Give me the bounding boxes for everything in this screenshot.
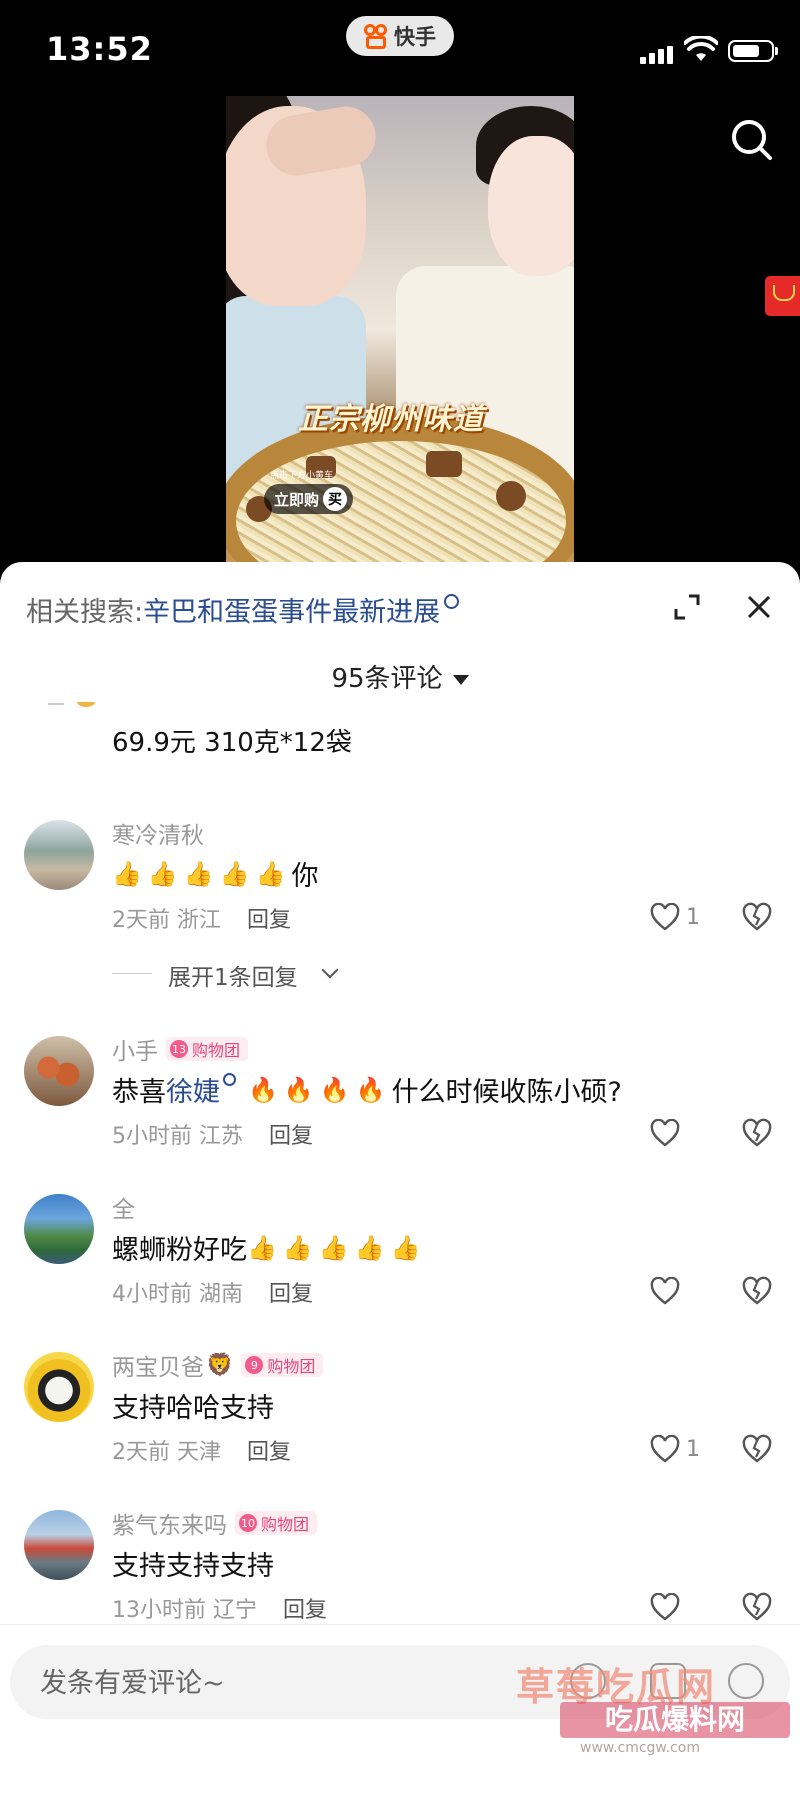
buy-now-label: 立即购 (274, 490, 320, 509)
app-name: 快手 (394, 25, 436, 49)
thumbs-up-emoji-icon: 👍 (183, 859, 214, 888)
comment-meta: 2天前 浙江 回复 (112, 908, 292, 933)
like-button[interactable]: 1 (650, 902, 700, 932)
broken-heart-icon[interactable] (742, 1434, 772, 1464)
like-count: 1 (686, 1436, 700, 1462)
shopping-group-badge: 9 购物团 (241, 1353, 324, 1377)
video-caption: 正宗柳州味道 (298, 402, 484, 437)
lion-emoji-icon: 🦁 (206, 1352, 234, 1378)
comment-meta: 5小时前 江苏 回复 (112, 1124, 314, 1149)
fire-emoji-icon: 🔥 (355, 1075, 386, 1104)
small-search-icon (444, 594, 460, 609)
avatar[interactable] (24, 1194, 94, 1264)
reply-button[interactable]: 回复 (269, 1124, 313, 1149)
thumbs-up-emoji-icon: 👍 (318, 1233, 349, 1262)
wifi-icon (684, 36, 718, 61)
thumbs-up-emoji-icon: 👍 (282, 1233, 313, 1262)
cellular-signal-icon (640, 46, 676, 64)
avatar[interactable] (24, 1352, 94, 1422)
comment-meta: 2天前 天津 回复 (112, 1440, 292, 1465)
comment-item: 小手 13 购物团 恭喜 徐婕 🔥 🔥 🔥 🔥 什么时候收陈小硕? 5小时前 江苏 回复 (0, 1036, 800, 1186)
broken-heart-icon[interactable] (742, 1592, 772, 1622)
status-time: 13:52 (46, 30, 153, 68)
buy-now-button[interactable]: 立即购 买 (264, 484, 354, 514)
shopping-group-badge: 13 购物团 (166, 1037, 249, 1061)
reply-button[interactable]: 回复 (283, 1598, 327, 1623)
heart-icon (650, 1593, 680, 1621)
comment-meta: 4小时前 湖南 回复 (112, 1282, 314, 1307)
fire-emoji-icon: 🔥 (283, 1075, 314, 1104)
clipped-previous-comment (48, 702, 95, 707)
comment-meta: 13小时前 辽宁 回复 (112, 1598, 328, 1623)
username[interactable]: 全 (112, 1190, 135, 1224)
fire-emoji-icon: 🔥 (248, 1075, 278, 1104)
reply-button[interactable]: 回复 (247, 1440, 291, 1465)
buy-now-badge: 买 (323, 487, 348, 511)
like-button[interactable] (650, 1592, 686, 1622)
battery-icon (728, 40, 778, 62)
broken-heart-icon[interactable] (742, 1276, 772, 1306)
expand-icon[interactable] (672, 592, 702, 622)
shopping-group-badge: 10 购物团 (235, 1511, 318, 1535)
avatar[interactable] (24, 1510, 94, 1580)
avatar[interactable] (24, 1036, 94, 1106)
video-player[interactable]: 正宗柳州味道 点击下方小黄车 立即购 买 (226, 96, 574, 564)
status-bar: 13:52 快手 (0, 0, 800, 96)
reply-button[interactable]: 回复 (269, 1282, 313, 1307)
like-count: 1 (686, 904, 700, 930)
like-button[interactable]: 1 (650, 1434, 700, 1464)
previous-comment-text: 69.9元 310克*12袋 (112, 728, 352, 758)
watermark-url: www.cmcgw.com (580, 1740, 700, 1756)
thumbs-up-emoji-icon: 👍 (354, 1233, 385, 1262)
username[interactable]: 寒冷清秋 (112, 816, 204, 850)
heart-icon (650, 1435, 680, 1463)
comment-text: 螺蛳粉好吃 👍 👍 👍 👍 👍 (112, 1233, 421, 1267)
like-button[interactable] (650, 1118, 686, 1148)
broken-heart-icon[interactable] (742, 1118, 772, 1148)
comment-item: 寒冷清秋 👍 👍 👍 👍 👍 你 2天前 浙江 回复 1 (0, 820, 800, 970)
comment-item: 全 螺蛳粉好吃 👍 👍 👍 👍 👍 4小时前 湖南 回复 (0, 1194, 800, 1344)
comment-input[interactable] (38, 1645, 522, 1721)
username[interactable]: 紫气东来吗 (112, 1506, 227, 1540)
like-button[interactable] (650, 1276, 686, 1306)
username[interactable]: 小手 (112, 1032, 158, 1066)
related-search[interactable]: 相关搜索:辛巴和蛋蛋事件最新进展 (26, 590, 460, 629)
thumbs-up-emoji-icon: 👍 (219, 859, 250, 888)
small-search-icon (223, 1073, 236, 1086)
comment-text: 支持支持支持 (112, 1551, 274, 1582)
buy-hint: 点击下方小黄车 (270, 471, 334, 481)
comment-text: 支持哈哈支持 (112, 1393, 274, 1424)
comment-count-label: 95条评论 (331, 664, 443, 694)
kuaishou-logo-icon (364, 24, 388, 49)
thumbs-up-emoji-icon: 👍 (112, 859, 142, 888)
comment-item: 两宝贝爸 🦁 9 购物团 支持哈哈支持 2天前 天津 回复 1 (0, 1352, 800, 1502)
watermark-banner: 吃瓜爆料网 (560, 1702, 790, 1738)
thumbs-up-emoji-icon: 👍 (390, 1233, 421, 1262)
sort-dropdown-icon (452, 674, 469, 685)
broken-heart-icon[interactable] (742, 902, 772, 932)
thumbs-up-emoji-icon: 👍 (147, 859, 178, 888)
comment-count[interactable]: 95条评论 (0, 658, 800, 695)
related-search-query[interactable]: 辛巴和蛋蛋事件最新进展 (143, 597, 440, 628)
at-mention-icon[interactable] (728, 1663, 764, 1699)
thumbs-up-emoji-icon: 👍 (255, 859, 286, 888)
related-search-prefix: 相关搜索: (26, 597, 144, 628)
app-switch-pill[interactable]: 快手 (346, 16, 454, 56)
expand-replies-label: 展开1条回复 (168, 965, 298, 991)
search-icon[interactable] (730, 118, 774, 162)
heart-icon (650, 1119, 680, 1147)
comment-text: 恭喜 徐婕 🔥 🔥 🔥 🔥 什么时候收陈小硕? (112, 1070, 622, 1109)
fire-emoji-icon: 🔥 (319, 1075, 350, 1104)
red-packet-icon[interactable] (765, 276, 800, 316)
avatar[interactable] (24, 820, 94, 890)
close-icon[interactable] (744, 592, 774, 622)
reply-button[interactable]: 回复 (247, 908, 291, 933)
comment-sheet: 相关搜索:辛巴和蛋蛋事件最新进展 95条评论 69.9元 310克*12袋 寒冷… (0, 562, 800, 1792)
comment-text: 👍 👍 👍 👍 👍 你 (112, 859, 319, 893)
heart-icon (650, 1277, 680, 1305)
mention-link[interactable]: 徐婕 (166, 1070, 220, 1109)
heart-icon (650, 903, 680, 931)
username[interactable]: 两宝贝爸 (112, 1348, 204, 1382)
thumbs-up-emoji-icon: 👍 (247, 1233, 277, 1262)
